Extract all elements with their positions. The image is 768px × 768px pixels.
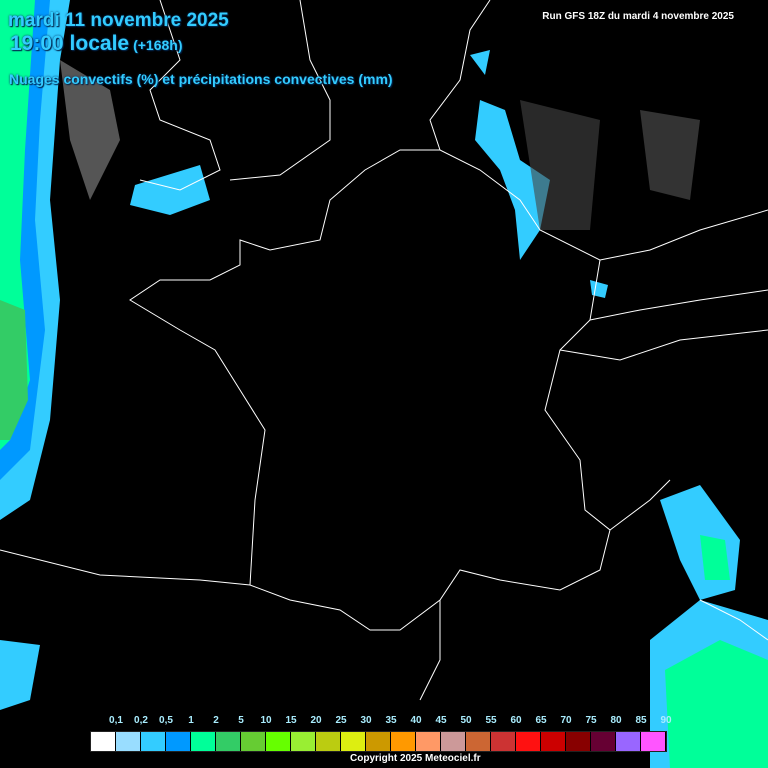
legend-swatch <box>416 732 441 751</box>
legend-label: 35 <box>385 715 397 726</box>
coastlines-borders <box>0 0 768 701</box>
legend-swatch <box>141 732 166 751</box>
legend-label: 60 <box>510 715 522 726</box>
legend-swatch <box>341 732 366 751</box>
parameter-title: Nuages convectifs (%) et précipitations … <box>9 71 393 87</box>
legend-swatch <box>491 732 516 751</box>
legend-swatch <box>441 732 466 751</box>
legend-swatch <box>191 732 216 751</box>
legend-swatch <box>366 732 391 751</box>
legend-swatch <box>566 732 591 751</box>
legend-label: 85 <box>635 715 647 726</box>
legend-label: 0,1 <box>109 715 123 726</box>
map-canvas <box>0 0 768 768</box>
legend-swatch <box>541 732 566 751</box>
legend-swatch <box>516 732 541 751</box>
legend-swatch <box>466 732 491 751</box>
legend-swatch <box>116 732 141 751</box>
forecast-time: 19:00 locale (+168h) <box>10 32 183 56</box>
legend-label: 5 <box>238 715 244 726</box>
forecast-date: mardi 11 novembre 2025 <box>8 10 229 31</box>
legend-swatch <box>91 732 116 751</box>
legend-label: 55 <box>485 715 497 726</box>
legend-swatch <box>316 732 341 751</box>
color-legend <box>90 731 667 752</box>
legend-swatch <box>216 732 241 751</box>
legend-label: 80 <box>610 715 622 726</box>
legend-label: 90 <box>660 715 672 726</box>
legend-label: 75 <box>585 715 597 726</box>
cloud-overlay <box>0 0 768 768</box>
legend-label: 65 <box>535 715 547 726</box>
time-label: 19:00 locale <box>10 32 130 55</box>
lead-time: (+168h) <box>133 37 183 53</box>
legend-label: 0,5 <box>159 715 173 726</box>
legend-swatch <box>641 732 666 751</box>
legend-label: 45 <box>435 715 447 726</box>
legend-swatch <box>391 732 416 751</box>
legend-label: 15 <box>285 715 297 726</box>
spain-coast <box>0 549 441 701</box>
legend-label: 25 <box>335 715 347 726</box>
legend-label: 10 <box>260 715 272 726</box>
legend-label: 2 <box>213 715 219 726</box>
legend-label: 30 <box>360 715 372 726</box>
legend-swatch <box>266 732 291 751</box>
legend-label: 40 <box>410 715 422 726</box>
legend-label: 50 <box>460 715 472 726</box>
legend-label: 70 <box>560 715 572 726</box>
legend-label: 1 <box>188 715 194 726</box>
copyright: Copyright 2025 Meteociel.fr <box>350 753 481 764</box>
legend-swatch <box>591 732 616 751</box>
legend-swatch <box>241 732 266 751</box>
legend-label: 20 <box>310 715 322 726</box>
legend-swatch <box>616 732 641 751</box>
weather-map: mardi 11 novembre 2025 19:00 locale (+168… <box>0 0 768 768</box>
legend-label: 0,2 <box>134 715 148 726</box>
legend-swatch <box>166 732 191 751</box>
legend-swatch <box>291 732 316 751</box>
model-run: Run GFS 18Z du mardi 4 novembre 2025 <box>542 11 734 22</box>
